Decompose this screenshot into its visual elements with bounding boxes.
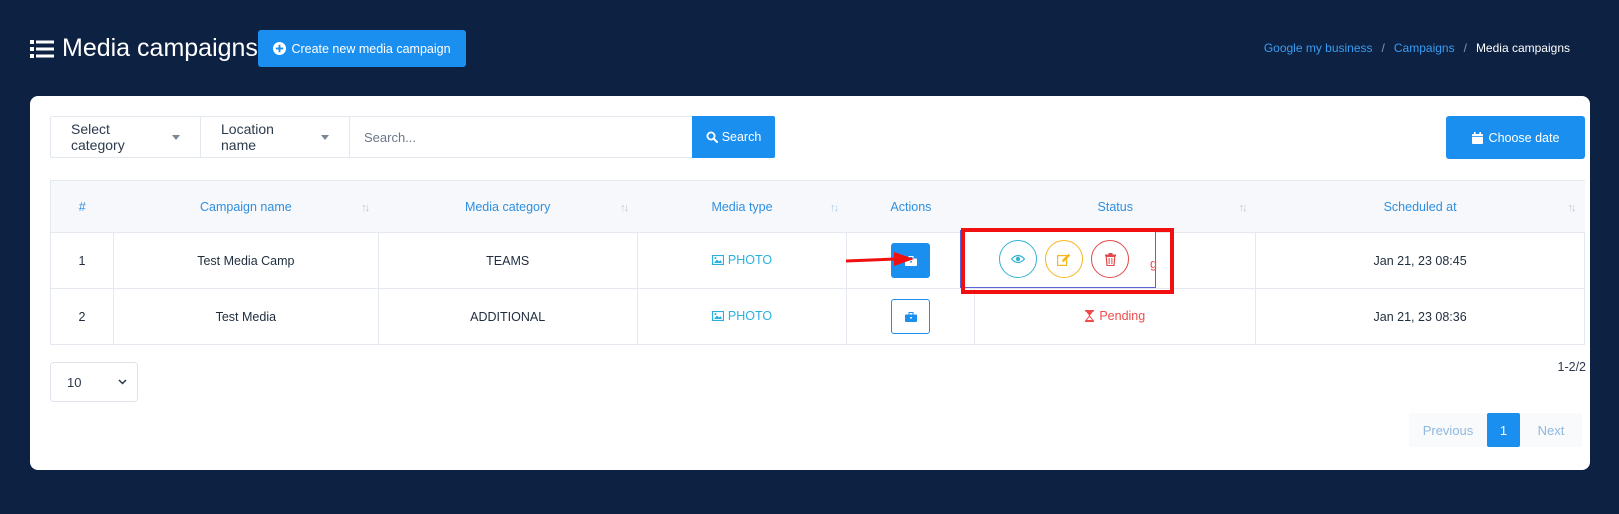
column-header-media-category[interactable]: Media category ↑↓	[378, 180, 638, 233]
media-category-cell: ADDITIONAL	[377, 288, 638, 345]
edit-icon	[1057, 253, 1071, 266]
page-number-button[interactable]: 1	[1487, 413, 1520, 447]
sort-icon: ↑↓	[829, 202, 839, 214]
breadcrumb-google-my-business[interactable]: Google my business	[1264, 41, 1373, 55]
row-number: 1	[50, 232, 114, 289]
plus-circle-icon	[273, 42, 287, 55]
sort-icon: ↑↓	[620, 202, 629, 214]
sort-icon: ↑↓	[1567, 202, 1577, 214]
pagination: Previous 1 Next	[1409, 413, 1582, 447]
filter-bar: Select category Location name Search	[50, 116, 775, 158]
media-type-cell: PHOTO	[636, 232, 848, 289]
scheduled-at-cell: Jan 21, 23 08:36	[1255, 288, 1585, 345]
caret-down-icon	[321, 134, 329, 140]
campaign-name-cell: Test Media Camp	[112, 232, 379, 289]
page-title-text: Media campaigns	[62, 34, 258, 62]
location-select-label: Location name	[221, 121, 274, 153]
table-row: 2 Test Media ADDITIONAL PHOTO Pending Ja…	[50, 288, 1585, 345]
create-campaign-button[interactable]: Create new media campaign	[258, 30, 466, 67]
breadcrumb-separator: /	[1381, 41, 1385, 55]
briefcase-icon	[904, 311, 917, 322]
media-type-cell: PHOTO	[636, 288, 848, 345]
column-header-status[interactable]: Status ↑↓	[974, 180, 1256, 233]
table-row: 1 Test Media Camp TEAMS PHOTO Jan 21, 23…	[50, 232, 1585, 289]
delete-button[interactable]	[1091, 240, 1129, 278]
actions-popover: g	[960, 230, 1157, 288]
image-icon	[711, 311, 724, 321]
actions-menu-button[interactable]	[891, 299, 931, 334]
choose-date-label: Choose date	[1488, 130, 1560, 145]
campaigns-card: Select category Location name Search Cho…	[30, 96, 1590, 470]
breadcrumb-campaigns[interactable]: Campaigns	[1394, 41, 1455, 55]
status-badge: Pending	[1085, 309, 1145, 323]
view-button[interactable]	[999, 240, 1037, 278]
location-select[interactable]: Location name	[201, 117, 350, 157]
column-header-number[interactable]: #	[50, 180, 114, 233]
status-cell: Pending	[974, 288, 1257, 345]
next-page-button[interactable]: Next	[1520, 413, 1582, 447]
edit-button[interactable]	[1045, 240, 1083, 278]
eye-icon	[1011, 254, 1025, 264]
column-header-scheduled-at[interactable]: Scheduled at ↑↓	[1255, 180, 1585, 233]
actions-cell	[846, 288, 976, 345]
campaign-name-cell: Test Media	[112, 288, 379, 345]
search-input[interactable]	[350, 117, 692, 157]
status-text-peek: g	[1150, 257, 1157, 271]
calendar-icon	[1471, 131, 1483, 144]
column-header-media-type[interactable]: Media type ↑↓	[637, 180, 847, 233]
column-header-campaign-name[interactable]: Campaign name ↑↓	[113, 180, 379, 233]
range-info: 1-2/2	[1557, 360, 1587, 374]
image-icon	[711, 255, 724, 265]
media-category-cell: TEAMS	[377, 232, 638, 289]
caret-down-icon	[172, 134, 180, 140]
search-icon	[706, 131, 718, 143]
table-header-row: # Campaign name ↑↓ Media category ↑↓ Media…	[50, 180, 1585, 233]
search-button-label: Search	[721, 130, 762, 144]
column-header-actions: Actions	[846, 180, 975, 233]
top-bar: Media campaigns Create new media campaig…	[0, 0, 1619, 96]
previous-page-button[interactable]: Previous	[1409, 413, 1487, 447]
hourglass-icon	[1085, 309, 1095, 322]
list-icon	[30, 39, 54, 58]
page-size-select[interactable]: 10	[50, 362, 138, 402]
trash-icon	[1104, 252, 1116, 266]
media-type-photo: PHOTO	[711, 253, 772, 267]
category-select-label: Select category	[71, 121, 125, 153]
scheduled-at-cell: Jan 21, 23 08:45	[1255, 232, 1585, 289]
chevron-down-icon	[118, 379, 127, 385]
row-number: 2	[50, 288, 114, 345]
search-button[interactable]: Search	[692, 116, 775, 158]
choose-date-button[interactable]: Choose date	[1446, 116, 1585, 159]
create-campaign-label: Create new media campaign	[291, 41, 451, 56]
category-select[interactable]: Select category	[51, 117, 201, 157]
breadcrumb-separator: /	[1463, 41, 1467, 55]
page-size-value: 10	[67, 374, 82, 390]
page-title: Media campaigns	[30, 34, 258, 63]
sort-icon: ↑↓	[361, 202, 370, 214]
breadcrumb-current: Media campaigns	[1475, 41, 1570, 55]
sort-icon: ↑↓	[1238, 202, 1248, 214]
media-type-photo: PHOTO	[711, 309, 772, 323]
red-arrow-annotation	[846, 252, 914, 266]
breadcrumb: Google my business / Campaigns / Media c…	[1264, 41, 1570, 55]
campaigns-table: # Campaign name ↑↓ Media category ↑↓ Media…	[50, 180, 1585, 345]
